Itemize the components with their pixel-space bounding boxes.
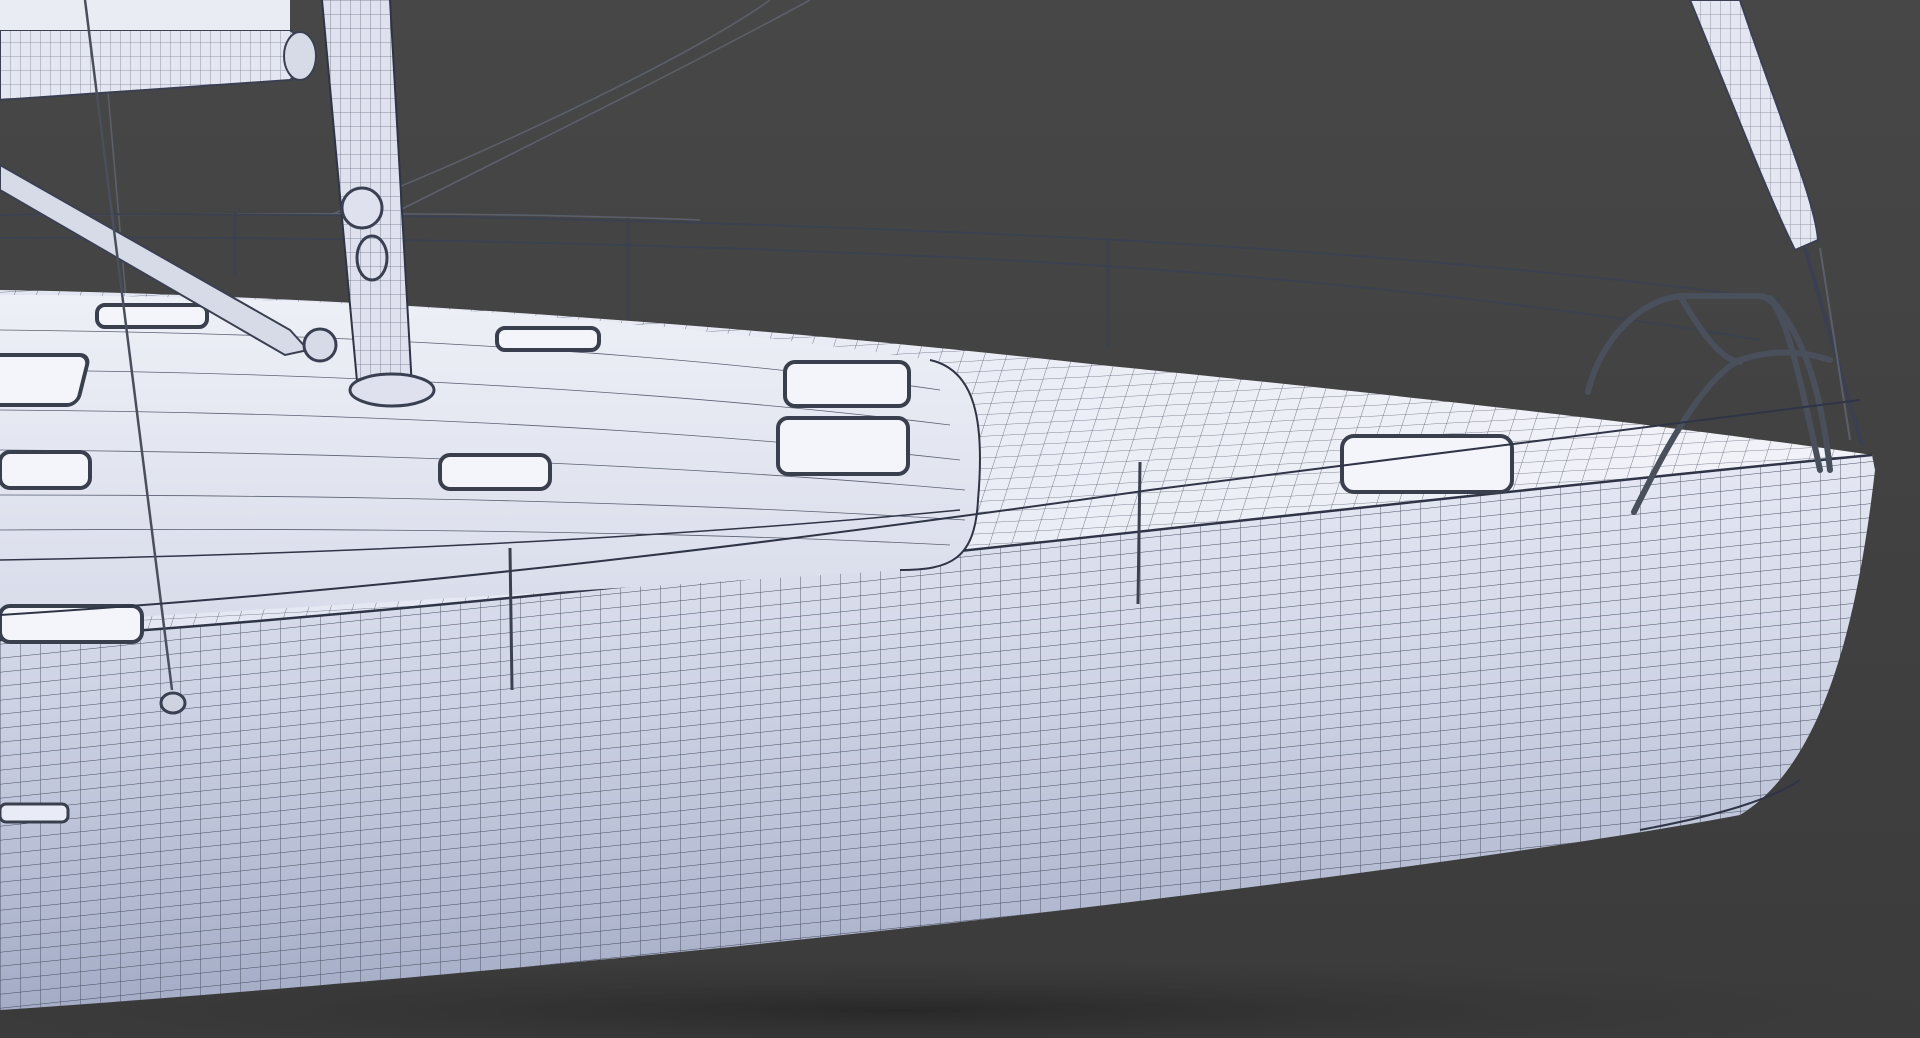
mast-winch (340, 186, 384, 230)
chainplate (159, 691, 187, 715)
hatch (0, 450, 92, 490)
hatch (0, 353, 90, 407)
mast-base (348, 372, 436, 408)
hatch (438, 453, 552, 491)
portlight (0, 802, 70, 824)
sail-cover (0, 0, 290, 30)
hatch (776, 416, 910, 476)
wireframe-render-viewport (0, 0, 1920, 1038)
hatch (0, 604, 144, 644)
hatch (1340, 434, 1514, 494)
hatch (783, 360, 911, 408)
hatch (495, 326, 601, 352)
hatch (95, 303, 209, 329)
